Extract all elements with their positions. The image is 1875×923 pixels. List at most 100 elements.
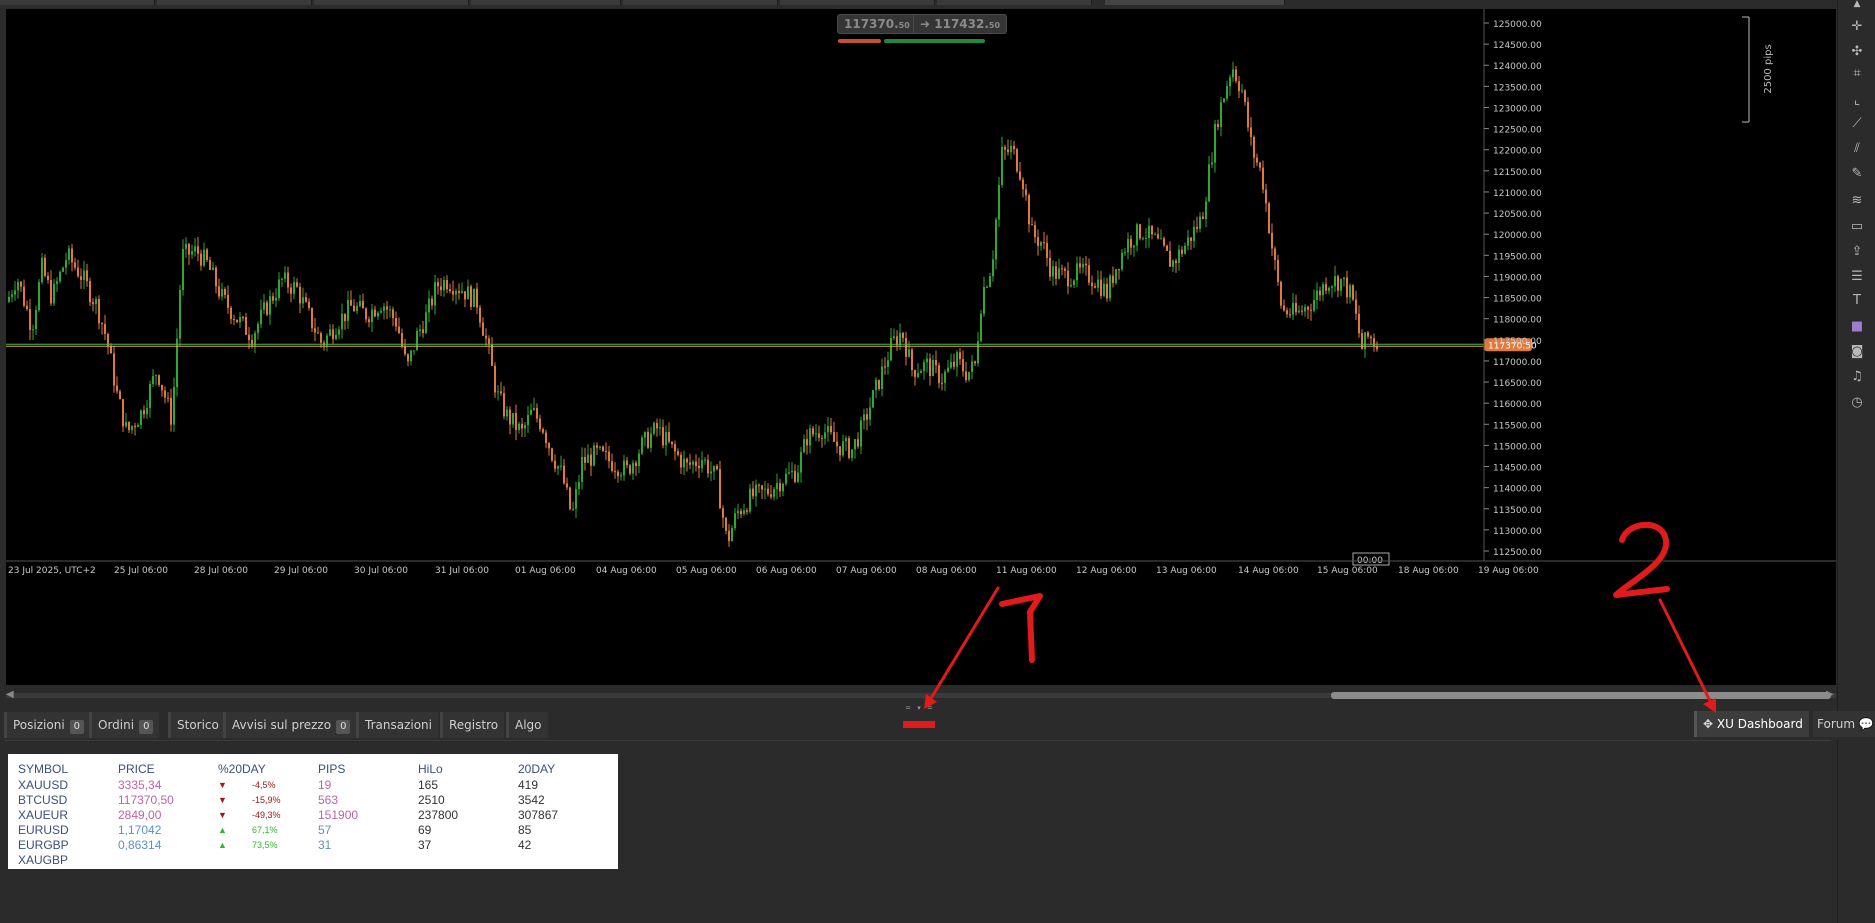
top-tab-active[interactable] [1105,0,1285,5]
crop-icon[interactable]: ⌗ [1848,65,1866,83]
crosshair-icon[interactable]: ✛ [1848,18,1866,36]
scroll-left-icon[interactable]: ◀ [6,689,14,700]
candlestick-chart[interactable]: 117370.5000:00 125000.00 124500.00 124000.… [6,9,1836,685]
tab-algo[interactable]: Algo [506,712,548,738]
candle-body [35,310,37,330]
y-tick-label: 118000.00 [1493,316,1542,326]
top-tab[interactable] [314,0,469,5]
candle-body [20,281,22,287]
candle-body [1184,245,1186,254]
top-tab[interactable] [937,0,1092,5]
candle-body [281,278,283,280]
candle-body [809,428,811,446]
bell-icon[interactable]: ♫ [1848,368,1866,386]
top-tab[interactable] [780,0,935,5]
candle-body [998,184,1000,220]
pct20day-cell: ▼ -49,3% [218,808,318,823]
candle-body [50,279,52,304]
candle-body [155,375,157,377]
arrow-up-box-icon[interactable]: ⇪ [1848,243,1866,261]
candle-body [827,426,829,433]
candle-body [857,439,859,447]
top-tab[interactable] [471,0,621,5]
fan-icon[interactable]: ☰ [1848,268,1866,286]
candle-body [374,309,376,317]
tab-forum[interactable]: Forum 💬 [1813,711,1875,737]
candle-body [743,510,745,515]
scroll-right-icon[interactable]: ▶ [1826,689,1834,700]
y-tick-label: 117500.00 [1493,337,1542,347]
candle-body [14,290,16,295]
table-row: XAUGBP [18,853,618,868]
candle-body [965,371,967,381]
candle-body [1214,124,1216,163]
candle-body [29,308,31,330]
candle-body [755,484,757,497]
panel-splitter-grip[interactable]: = ▾ = [900,704,940,712]
channel-icon[interactable]: ⫽ [1848,140,1866,158]
symbol-cell: EURGBP [18,838,69,852]
scrollbar-thumb[interactable] [1331,692,1831,699]
candle-body [143,410,145,415]
candle-body [674,444,676,452]
chart-scrollbar[interactable]: ◀ ▶ [6,687,1836,703]
candle-body [1337,276,1339,291]
camera-icon[interactable]: ◙ [1848,343,1866,361]
candle-body [71,248,73,263]
text-tool-icon[interactable]: T [1848,292,1866,310]
candle-body [956,352,958,367]
buy-quote-button[interactable]: ➜ 117432.50 [913,14,1008,34]
candle-body [527,414,529,426]
fibonacci-icon[interactable]: ≋ [1848,192,1866,210]
tab-registro[interactable]: Registro [440,712,505,738]
candle-body [1208,164,1210,202]
candle-body [1358,313,1360,334]
tab-ordini[interactable]: Ordini 0 [89,712,160,738]
top-tab[interactable] [623,0,778,5]
color-swatch-icon[interactable]: ■ [1848,318,1866,336]
candle-body [473,288,475,307]
x-tick-label: 19 Aug 06:00 [1478,566,1539,576]
candle-body [1052,266,1054,277]
dashboard-panel: SYMBOL PRICE %20DAY PIPS HiLo 20DAY XAUU… [5,740,1831,923]
candle-body [1016,149,1018,172]
candle-body [221,288,223,297]
candle-body [548,443,550,449]
candle-body [602,446,604,451]
tab-posizioni[interactable]: Posizioni 0 [4,712,91,738]
candle-body [389,309,391,311]
candle-body [1115,269,1117,283]
clock-icon[interactable]: ◷ [1848,394,1866,412]
tab-transazioni[interactable]: Transazioni [356,712,438,738]
trendline-icon[interactable]: ⟋ [1848,115,1866,133]
candles-group [8,61,1378,547]
top-tab[interactable] [157,0,312,5]
candle-body [1061,268,1063,270]
tab-avvisi-sul-prezzo[interactable]: Avvisi sul prezzo 0 [223,712,357,738]
top-tab[interactable] [0,0,155,5]
candle-body [668,432,670,442]
x-tick-label: 25 Jul 06:00 [114,566,168,576]
candle-body [815,433,817,435]
x-tick-label: 01 Aug 06:00 [515,566,576,576]
price-chart[interactable]: 117370.50 00:00 125000.00 124500.00 124000.… [6,9,1836,685]
candle-body [161,384,163,391]
sell-price: 117370. [844,17,899,31]
candle-body [803,439,805,453]
measure-icon[interactable]: ⌞ [1848,92,1866,110]
day20-cell: 307867 [518,808,559,822]
candle-body [1025,189,1027,196]
candle-body [383,306,385,311]
collapse-toolbar-icon[interactable]: ▲ [1848,0,1866,9]
tab-xu-dashboard[interactable]: ✥ XU Dashboard [1694,711,1809,737]
candle-body [296,282,298,287]
candle-body [1199,216,1201,229]
tab-storico[interactable]: Storico [168,712,225,738]
candle-body [746,510,748,512]
pen-icon[interactable]: ✎ [1848,165,1866,183]
cursor-cross-icon[interactable]: ✣ [1848,43,1866,61]
candle-body [1136,224,1138,246]
candle-body [923,362,925,372]
candle-body [203,249,205,266]
rectangle-icon[interactable]: ▭ [1848,218,1866,236]
